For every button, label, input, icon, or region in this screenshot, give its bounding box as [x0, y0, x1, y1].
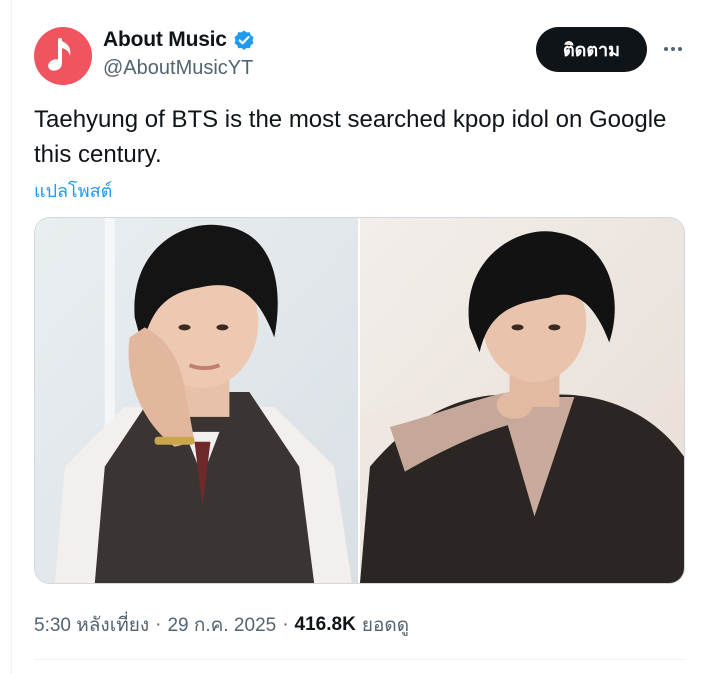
portrait-photo-right [360, 218, 684, 583]
follow-button[interactable]: ติดตาม [536, 27, 647, 72]
post-time[interactable]: 5:30 หลังเที่ยง [34, 610, 149, 640]
tweet-text: Taehyung of BTS is the most searched kpo… [34, 106, 667, 168]
tweet[interactable]: About Music @AboutMusicYT ติดตาม Taehyun… [12, 0, 708, 674]
display-name[interactable]: About Music [103, 28, 227, 52]
avatar[interactable] [34, 27, 92, 85]
view-count-label: ยอดดู [361, 615, 410, 636]
portrait-photo-left [35, 218, 358, 583]
divider [34, 659, 685, 660]
author-handle[interactable]: @AboutMusicYT [103, 57, 253, 80]
media-grid [34, 217, 685, 584]
verified-badge-icon [234, 30, 254, 50]
music-note-icon [48, 38, 71, 71]
view-count[interactable]: 416.8K [295, 614, 356, 636]
translate-post-link[interactable]: แปลโพสต์ [34, 176, 112, 205]
photo-1[interactable] [35, 218, 358, 583]
meta-separator: · [155, 614, 162, 635]
tweet-meta: 5:30 หลังเที่ยง · 29 ก.ค. 2025 · 416.8K … [34, 610, 409, 640]
author-name-row[interactable]: About Music [103, 28, 256, 52]
more-options-icon[interactable] [658, 34, 688, 64]
post-date[interactable]: 29 ก.ค. 2025 [167, 610, 276, 640]
photo-2[interactable] [360, 218, 684, 583]
meta-separator: · [282, 614, 289, 635]
